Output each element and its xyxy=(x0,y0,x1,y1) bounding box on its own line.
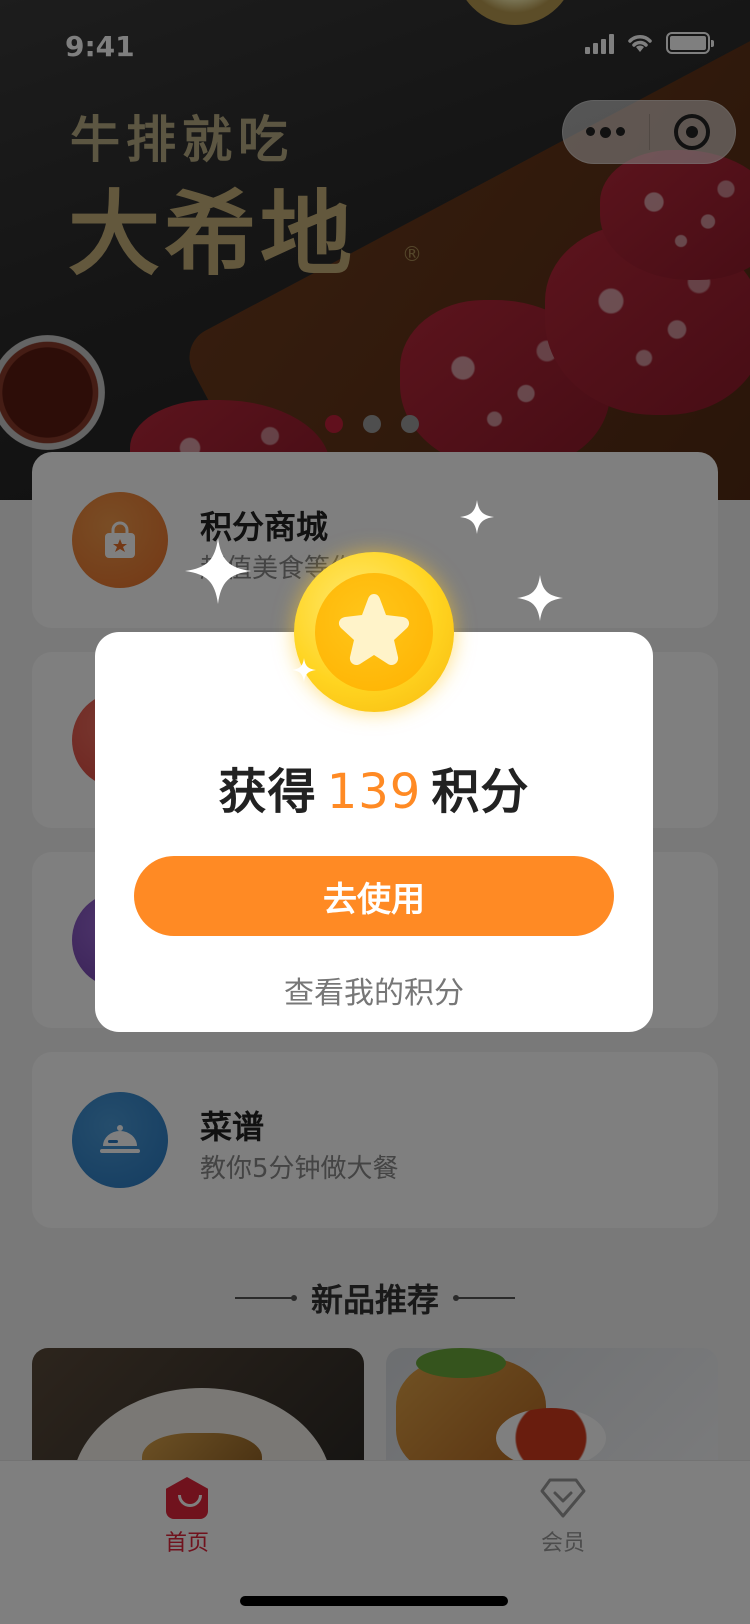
use-points-button[interactable]: 去使用 xyxy=(134,856,614,936)
sparkle-icon xyxy=(460,500,494,534)
reward-prefix: 获得 xyxy=(218,764,317,820)
star-coin-icon xyxy=(294,552,454,712)
sparkle-icon xyxy=(185,538,251,604)
reward-message: 获得 139 积分 xyxy=(95,752,653,822)
view-my-points-link[interactable]: 查看我的积分 xyxy=(95,968,653,1012)
reward-points: 139 xyxy=(326,764,422,820)
sparkle-icon xyxy=(292,658,316,682)
reward-suffix: 积分 xyxy=(431,764,530,820)
sparkle-icon xyxy=(517,575,563,621)
app-screen: 牛排就吃 大希地 ® 9:41 xyxy=(0,0,750,1624)
